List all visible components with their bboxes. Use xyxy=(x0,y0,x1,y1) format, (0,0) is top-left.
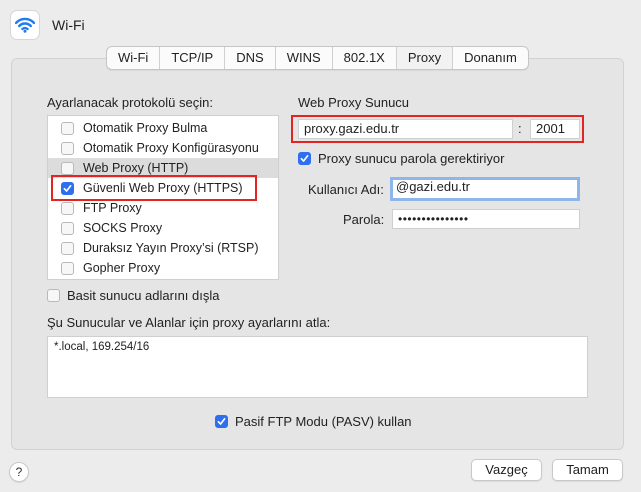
tab-tcpip[interactable]: TCP/IP xyxy=(159,47,224,69)
bypass-textarea[interactable]: *.local, 169.254/16 xyxy=(47,336,588,398)
protocol-label: Duraksız Yayın Proxy’si (RTSP) xyxy=(83,241,259,255)
protocol-checkbox[interactable] xyxy=(61,121,74,135)
ok-button[interactable]: Tamam xyxy=(552,459,623,481)
tab-dns[interactable]: DNS xyxy=(224,47,274,69)
window-header: Wi-Fi xyxy=(10,9,85,41)
checkmark-icon xyxy=(300,154,309,162)
protocol-checkbox[interactable] xyxy=(61,261,74,275)
exclude-simple-hostnames-checkbox[interactable] xyxy=(47,289,60,302)
highlight-box-https xyxy=(51,175,257,201)
requires-password-checkbox[interactable] xyxy=(298,152,311,165)
tab-proxy[interactable]: Proxy xyxy=(395,47,453,69)
protocol-item-ftp-proxy[interactable]: FTP Proxy xyxy=(48,198,278,218)
exclude-simple-hostnames-row[interactable]: Basit sunucu adlarını dışla xyxy=(47,288,219,303)
tab-hardware[interactable]: Donanım xyxy=(452,47,528,69)
tab-bar: Wi-Fi TCP/IP DNS WINS 802.1X Proxy Donan… xyxy=(106,46,529,70)
window-title: Wi-Fi xyxy=(52,17,85,33)
cancel-button[interactable]: Vazgeç xyxy=(471,459,542,481)
help-button[interactable]: ? xyxy=(9,462,29,482)
protocol-label: FTP Proxy xyxy=(83,201,142,215)
protocol-label: Gopher Proxy xyxy=(83,261,161,275)
protocol-item-auto-discovery[interactable]: Otomatik Proxy Bulma xyxy=(48,118,278,138)
protocol-checkbox[interactable] xyxy=(61,221,74,235)
protocol-label: Web Proxy (HTTP) xyxy=(83,161,189,175)
exclude-simple-hostnames-label: Basit sunucu adlarını dışla xyxy=(67,288,220,303)
requires-password-label: Proxy sunucu parola gerektiriyor xyxy=(318,151,505,166)
checkmark-icon xyxy=(217,417,226,425)
tab-8021x[interactable]: 802.1X xyxy=(331,47,396,69)
password-label: Parola: xyxy=(343,212,385,227)
protocol-list-heading: Ayarlanacak protokolü seçin: xyxy=(47,95,213,110)
passive-ftp-label: Pasif FTP Modu (PASV) kullan xyxy=(235,414,412,429)
tab-wins[interactable]: WINS xyxy=(274,47,332,69)
tab-wifi[interactable]: Wi-Fi xyxy=(107,47,159,69)
requires-password-row[interactable]: Proxy sunucu parola gerektiriyor xyxy=(298,151,504,166)
proxy-server-heading: Web Proxy Sunucu xyxy=(298,95,410,110)
protocol-checkbox[interactable] xyxy=(61,141,74,155)
password-input[interactable]: ••••••••••••••• xyxy=(392,209,580,229)
wifi-icon xyxy=(10,10,40,40)
bypass-label: Şu Sunucular ve Alanlar için proxy ayarl… xyxy=(47,315,331,330)
highlight-box-server xyxy=(291,115,584,143)
passive-ftp-checkbox[interactable] xyxy=(215,415,228,428)
protocol-label: SOCKS Proxy xyxy=(83,221,163,235)
protocol-label: Otomatik Proxy Bulma xyxy=(83,121,208,135)
passive-ftp-row[interactable]: Pasif FTP Modu (PASV) kullan xyxy=(215,414,412,429)
protocol-checkbox[interactable] xyxy=(61,241,74,255)
protocol-checkbox[interactable] xyxy=(61,201,74,215)
protocol-item-gopher-proxy[interactable]: Gopher Proxy xyxy=(48,258,278,278)
protocol-item-socks-proxy[interactable]: SOCKS Proxy xyxy=(48,218,278,238)
protocol-checkbox[interactable] xyxy=(61,161,74,175)
protocol-item-auto-config[interactable]: Otomatik Proxy Konfigürasyonu xyxy=(48,138,278,158)
username-input[interactable]: @gazi.edu.tr xyxy=(390,177,580,201)
protocol-label: Otomatik Proxy Konfigürasyonu xyxy=(83,141,259,155)
username-label: Kullanıcı Adı: xyxy=(308,182,384,197)
protocol-item-rtsp-proxy[interactable]: Duraksız Yayın Proxy’si (RTSP) xyxy=(48,238,278,258)
